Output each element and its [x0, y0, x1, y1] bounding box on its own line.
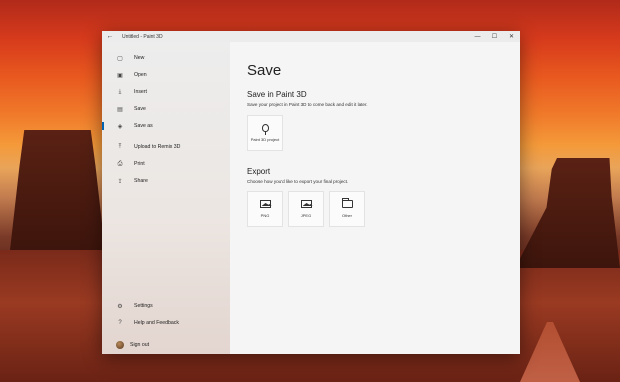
tile-label: JPEG: [300, 213, 312, 218]
open-icon: ▣: [117, 72, 123, 79]
sidebar-item-print[interactable]: ⎙ Print: [102, 157, 230, 171]
paint3d-project-tile[interactable]: Paint 3D project: [247, 115, 283, 151]
section-desc-paint3d: Save your project in Paint 3D to come ba…: [247, 102, 368, 107]
sidebar-item-label: Save: [134, 106, 146, 112]
upload-icon: ⤒: [118, 143, 122, 150]
sidebar-item-label: Open: [134, 72, 147, 78]
sidebar-item-label: New: [134, 55, 145, 61]
back-arrow-icon[interactable]: ←: [102, 31, 118, 42]
sidebar-item-label: Save as: [134, 123, 153, 129]
share-icon: ⇪: [117, 178, 123, 185]
sidebar-item-help[interactable]: ? Help and Feedback: [102, 316, 230, 330]
export-png-tile[interactable]: PNG: [247, 191, 283, 227]
sidebar: ▢ New ▣ Open ⤓ Insert ▤ Save ◈ Save as ⤒…: [102, 42, 230, 354]
tile-label: Paint 3D project: [250, 137, 280, 142]
maximize-button[interactable]: ☐: [486, 31, 503, 42]
print-icon: ⎙: [117, 160, 123, 167]
insert-icon: ⤓: [118, 88, 122, 95]
sidebar-item-label: Upload to Remix 3D: [134, 144, 181, 150]
sidebar-item-open[interactable]: ▣ Open: [102, 68, 230, 82]
sidebar-item-label: Insert: [134, 89, 147, 95]
window-title: Untitled - Paint 3D: [122, 33, 163, 40]
export-other-tile[interactable]: Other: [329, 191, 365, 227]
minimize-button[interactable]: —: [469, 31, 486, 42]
sidebar-item-label: Print: [134, 161, 145, 167]
lightbulb-icon: [261, 124, 269, 135]
sidebar-item-settings[interactable]: ⚙ Settings: [102, 299, 230, 313]
avatar: [116, 341, 124, 349]
section-title-export: Export: [247, 167, 271, 176]
paint3d-window: ← Untitled - Paint 3D — ☐ ✕ ▢ New ▣ Open…: [102, 31, 520, 354]
tile-label: Other: [341, 213, 352, 218]
main-panel: Save Save in Paint 3D Save your project …: [230, 42, 520, 354]
sidebar-item-label: Help and Feedback: [134, 320, 179, 326]
sidebar-item-save-as[interactable]: ◈ Save as: [102, 119, 230, 133]
sidebar-item-upload[interactable]: ⤒ Upload to Remix 3D: [102, 140, 230, 154]
desktop-mesa-right: [515, 158, 620, 268]
save-as-icon: ◈: [117, 123, 123, 130]
sidebar-item-insert[interactable]: ⤓ Insert: [102, 85, 230, 99]
image-icon: [300, 200, 312, 208]
page-title: Save: [247, 62, 282, 79]
image-icon: [259, 200, 271, 208]
folder-icon: [341, 198, 353, 208]
section-desc-export: Choose how you'd like to export your fin…: [247, 179, 349, 184]
window-controls: — ☐ ✕: [469, 31, 520, 42]
sidebar-item-save[interactable]: ▤ Save: [102, 102, 230, 116]
close-button[interactable]: ✕: [503, 31, 520, 42]
title-bar: ← Untitled - Paint 3D — ☐ ✕: [102, 31, 520, 42]
sidebar-item-share[interactable]: ⇪ Share: [102, 174, 230, 188]
section-title-paint3d: Save in Paint 3D: [247, 90, 307, 99]
save-icon: ▤: [117, 106, 123, 113]
export-jpeg-tile[interactable]: JPEG: [288, 191, 324, 227]
desktop-mesa-left: [10, 130, 105, 250]
sign-out-label: Sign out: [130, 342, 150, 348]
sign-out-button[interactable]: Sign out: [102, 338, 230, 352]
gear-icon: ⚙: [117, 303, 123, 310]
new-file-icon: ▢: [117, 55, 123, 62]
sidebar-item-new[interactable]: ▢ New: [102, 51, 230, 65]
sidebar-item-label: Settings: [134, 303, 153, 309]
help-icon: ?: [118, 320, 122, 326]
sidebar-item-label: Share: [134, 178, 148, 184]
tile-label: PNG: [260, 213, 270, 218]
